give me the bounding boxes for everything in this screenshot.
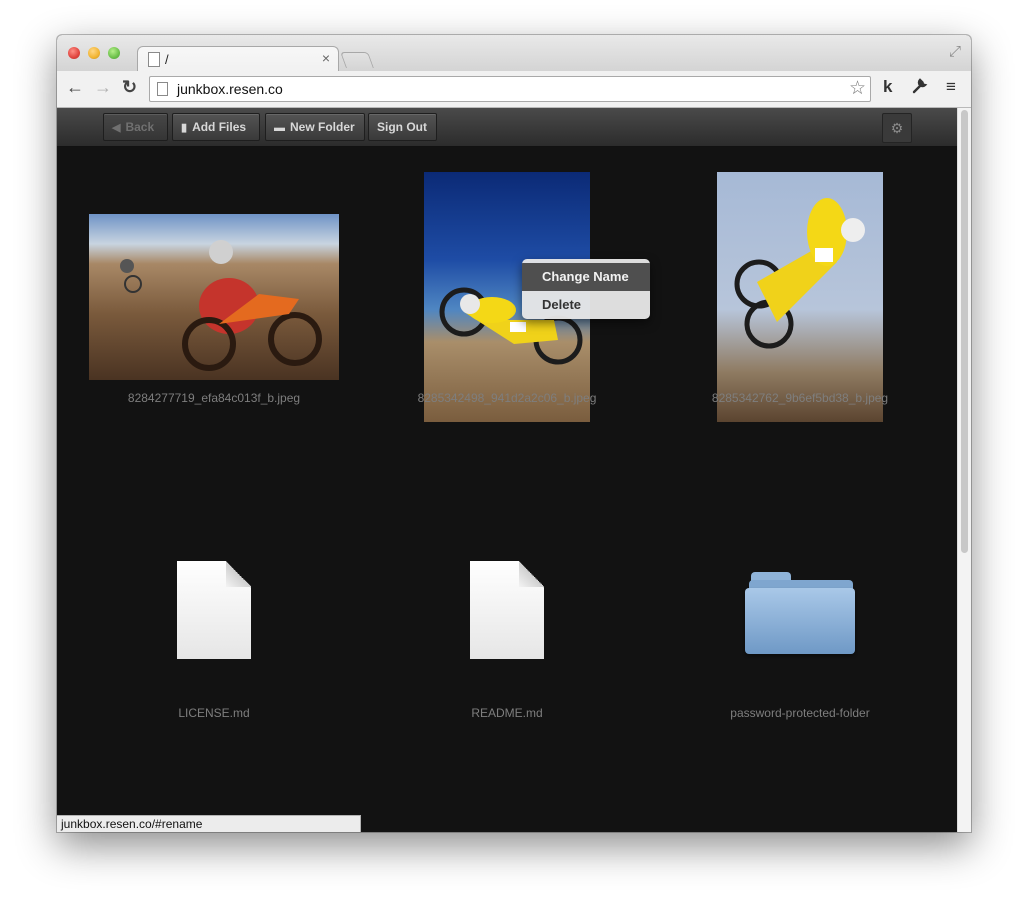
context-menu: Change Name Delete bbox=[522, 259, 650, 319]
new-folder-button[interactable]: ▬ New Folder bbox=[265, 113, 365, 141]
file-name[interactable]: LICENSE.md bbox=[69, 706, 359, 720]
minimize-window-button[interactable] bbox=[88, 47, 100, 59]
title-bar: / × ⤢ bbox=[57, 35, 971, 72]
folder-front bbox=[745, 588, 855, 654]
back-arrow-icon: ◀ bbox=[112, 122, 121, 134]
delete-menu-item[interactable]: Delete bbox=[522, 291, 650, 319]
document-fold bbox=[226, 561, 251, 587]
add-files-label: Add Files bbox=[192, 120, 247, 134]
image-thumbnail[interactable] bbox=[89, 214, 339, 380]
scrollbar-thumb[interactable] bbox=[961, 110, 968, 553]
file-name[interactable]: password-protected-folder bbox=[655, 706, 945, 720]
reload-icon[interactable]: ↻ bbox=[122, 77, 137, 98]
new-tab-button[interactable] bbox=[340, 52, 374, 68]
fullscreen-icon[interactable]: ⤢ bbox=[949, 43, 961, 60]
forward-arrow-icon[interactable]: → bbox=[94, 77, 112, 98]
change-name-menu-item[interactable]: Change Name bbox=[522, 263, 650, 291]
file-name[interactable]: 8285342498_941d2a2c06_b.jpeg bbox=[362, 391, 652, 405]
folder-icon: ▬ bbox=[274, 122, 285, 134]
back-button[interactable]: ◀ Back bbox=[103, 113, 168, 141]
page-icon bbox=[157, 82, 168, 96]
vertical-scrollbar[interactable] bbox=[957, 108, 971, 832]
file-name[interactable]: 8285342762_9b6ef5bd38_b.jpeg bbox=[655, 391, 945, 405]
menu-icon[interactable]: ≡ bbox=[946, 77, 956, 97]
image-thumbnail[interactable] bbox=[717, 172, 883, 422]
status-bar-url: junkbox.resen.co/#rename bbox=[57, 815, 361, 832]
extension-k-icon[interactable]: k bbox=[883, 77, 892, 97]
zoom-window-button[interactable] bbox=[108, 47, 120, 59]
browser-window: / × ⤢ ← → ↻ junkbox.resen.co ☆ k ≡ ◀ Back… bbox=[57, 35, 971, 832]
browser-tab[interactable]: / × bbox=[137, 46, 339, 72]
add-files-button[interactable]: ▮ Add Files bbox=[172, 113, 260, 141]
file-icon: ▮ bbox=[181, 122, 188, 134]
file-name[interactable]: 8284277719_efa84c013f_b.jpeg bbox=[69, 391, 359, 405]
wrench-icon[interactable] bbox=[911, 77, 928, 99]
close-window-button[interactable] bbox=[68, 47, 80, 59]
address-bar[interactable]: junkbox.resen.co ☆ bbox=[149, 76, 871, 102]
new-folder-label: New Folder bbox=[290, 120, 355, 134]
settings-icon: ⚙ bbox=[890, 120, 904, 136]
browser-toolbar: ← → ↻ junkbox.resen.co ☆ k ≡ bbox=[57, 71, 971, 108]
url-text[interactable]: junkbox.resen.co bbox=[177, 81, 283, 97]
app-toolbar: ◀ Back ▮ Add Files ▬ New Folder Sign Out ⚙ bbox=[57, 108, 957, 147]
sign-out-button[interactable]: Sign Out bbox=[368, 113, 437, 141]
bookmark-star-icon[interactable]: ☆ bbox=[849, 77, 866, 100]
tab-close-icon[interactable]: × bbox=[322, 50, 330, 66]
settings-button[interactable]: ⚙ bbox=[882, 113, 912, 143]
back-label: Back bbox=[125, 120, 155, 134]
page-icon bbox=[148, 52, 160, 67]
page-viewport: ◀ Back ▮ Add Files ▬ New Folder Sign Out ⚙ bbox=[57, 108, 957, 832]
document-fold bbox=[519, 561, 544, 587]
file-name[interactable]: README.md bbox=[362, 706, 652, 720]
back-arrow-icon[interactable]: ← bbox=[66, 77, 84, 98]
tab-title: / bbox=[165, 52, 169, 67]
folder-icon[interactable] bbox=[745, 572, 855, 656]
sign-out-label: Sign Out bbox=[377, 120, 427, 134]
